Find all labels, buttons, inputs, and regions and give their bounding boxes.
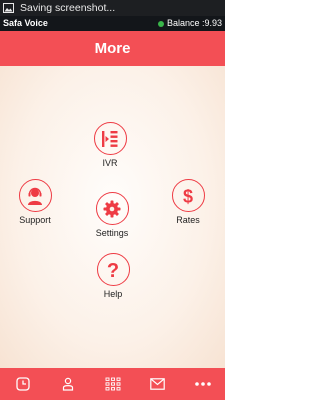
keypad-icon: [105, 377, 120, 391]
ivr-icon: [102, 130, 118, 147]
tab-more[interactable]: [180, 368, 225, 400]
balance-indicator: Balance :9.93: [157, 16, 222, 31]
menu-item-support[interactable]: Support: [0, 179, 70, 225]
app-name: Safa Voice: [3, 18, 48, 28]
app-bar: Safa Voice Balance :9.93: [0, 16, 225, 31]
svg-text:$: $: [183, 186, 193, 206]
question-icon: ?: [107, 260, 119, 280]
menu-item-rates[interactable]: $ Rates: [153, 179, 223, 225]
menu-item-help[interactable]: ? Help: [78, 253, 148, 299]
notification-text: Saving screenshot...: [20, 2, 116, 14]
page-title: More: [94, 40, 131, 57]
rates-label: Rates: [176, 215, 200, 225]
more-icon: [194, 382, 211, 386]
messages-icon: [150, 378, 165, 390]
tab-contacts[interactable]: [45, 368, 90, 400]
support-agent-icon: [28, 187, 42, 205]
rates-button[interactable]: $: [171, 179, 205, 212]
support-label: Support: [19, 215, 51, 225]
menu-area: IVR Support Settings $ Rates ? Help: [0, 66, 225, 368]
menu-item-settings[interactable]: Settings: [77, 192, 147, 238]
settings-button[interactable]: [95, 192, 129, 225]
dollar-icon: $: [183, 186, 193, 206]
gear-icon: [103, 200, 121, 217]
ivr-button[interactable]: [93, 122, 127, 155]
contacts-icon: [62, 377, 73, 391]
help-button[interactable]: ?: [96, 253, 130, 286]
balance-text: Balance :9.93: [166, 18, 222, 28]
history-icon: [15, 377, 30, 391]
online-status-dot: [157, 20, 164, 27]
image-icon: [3, 3, 14, 13]
tab-history[interactable]: [0, 368, 45, 400]
svg-text:?: ?: [107, 260, 119, 280]
status-bar: Saving screenshot...: [0, 0, 225, 16]
settings-label: Settings: [95, 228, 129, 238]
menu-item-ivr[interactable]: IVR: [75, 122, 145, 168]
page-header: More: [0, 31, 225, 66]
ivr-label: IVR: [102, 158, 118, 168]
support-button[interactable]: [18, 179, 52, 212]
bottom-nav: [0, 368, 225, 400]
tab-messages[interactable]: [135, 368, 180, 400]
tab-keypad[interactable]: [90, 368, 135, 400]
help-label: Help: [103, 289, 123, 299]
